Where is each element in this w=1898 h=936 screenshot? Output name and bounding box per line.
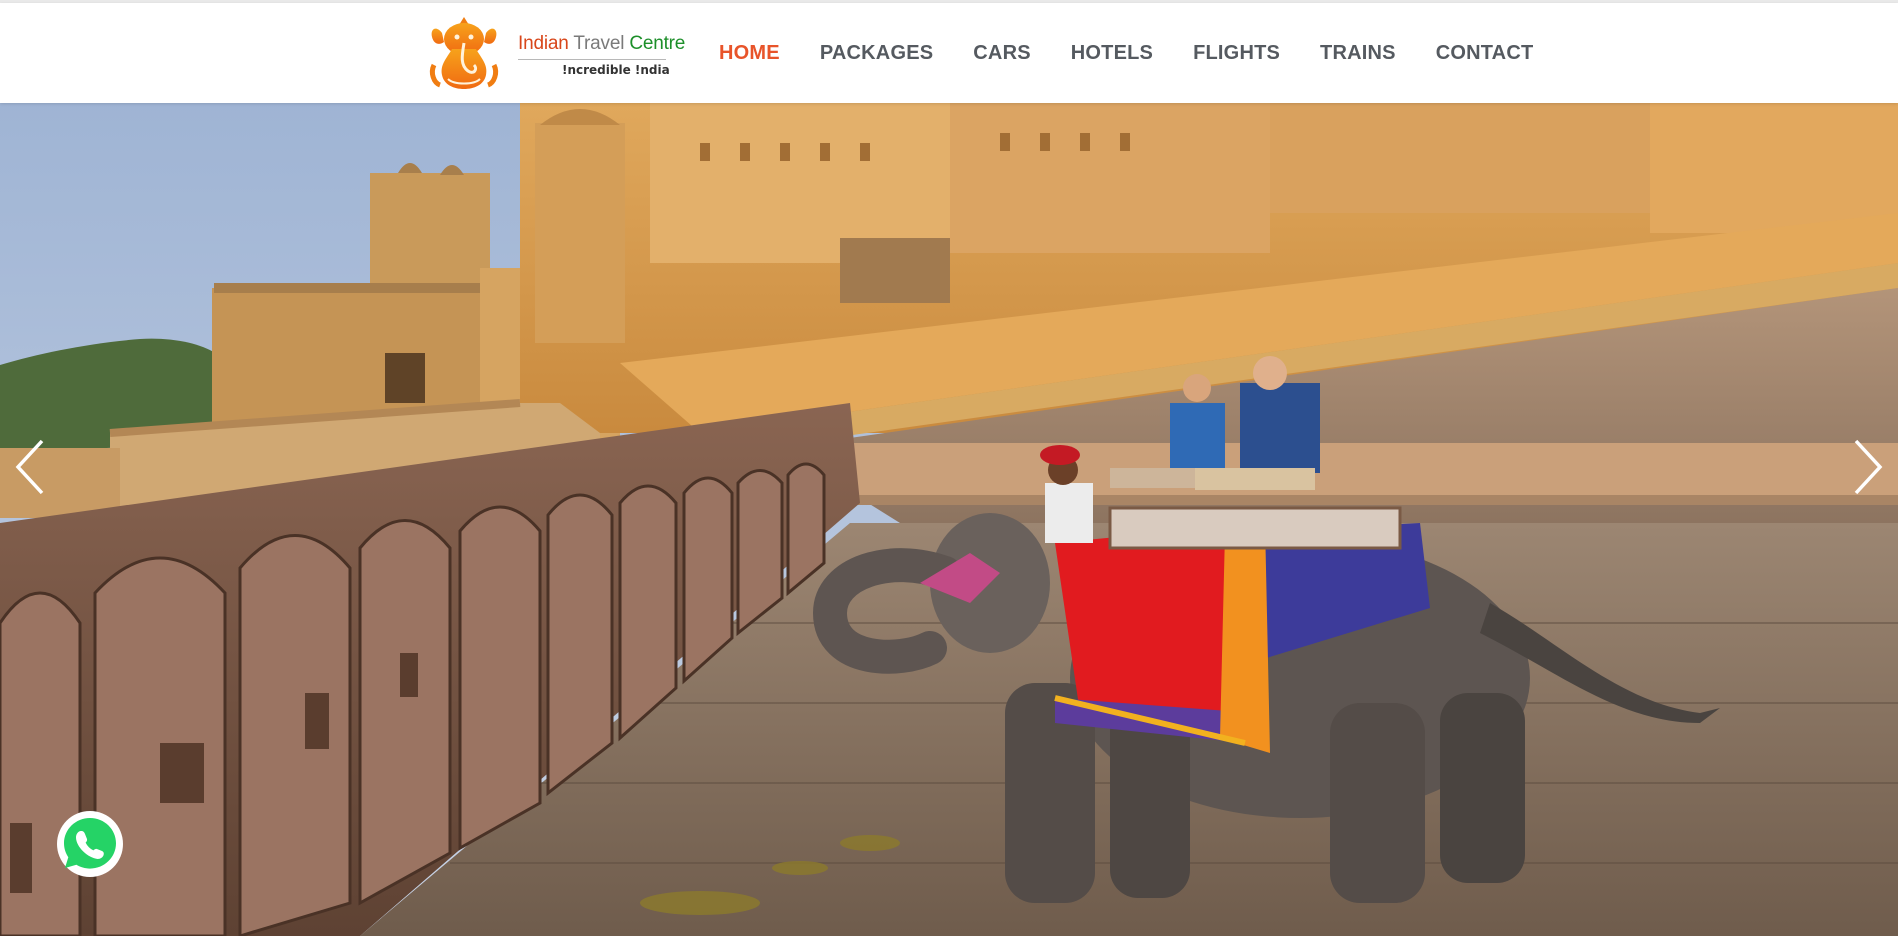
nav-flights[interactable]: FLIGHTS <box>1193 42 1280 65</box>
chevron-left-icon <box>15 439 44 495</box>
brand-name-part2: Travel <box>573 33 625 54</box>
nav-contact[interactable]: CONTACT <box>1436 42 1534 65</box>
ganesha-icon <box>429 17 499 89</box>
nav-cars[interactable]: CARS <box>973 42 1030 65</box>
slider-prev-button[interactable] <box>10 435 50 499</box>
whatsapp-button[interactable] <box>56 810 124 878</box>
nav-packages[interactable]: PACKAGES <box>820 42 933 65</box>
brand-name: Indian Travel Centre <box>518 33 685 55</box>
brand-name-part1: Indian <box>518 33 569 54</box>
slider-next-button[interactable] <box>1848 435 1888 499</box>
brand-name-part3: Centre <box>629 33 686 54</box>
whatsapp-icon <box>57 811 123 877</box>
brand-tagline: !ncredible !ndia <box>562 63 670 77</box>
hero-slider <box>0 103 1898 936</box>
site-logo[interactable]: Indian Travel Centre !ncredible !ndia <box>428 13 685 95</box>
nav-trains[interactable]: TRAINS <box>1320 42 1396 65</box>
hero-image <box>0 103 1898 936</box>
site-header: Indian Travel Centre !ncredible !ndia HO… <box>0 3 1898 103</box>
nav-home[interactable]: HOME <box>719 42 780 65</box>
chevron-right-icon <box>1854 439 1883 495</box>
main-nav: HOME PACKAGES CARS HOTELS FLIGHTS TRAINS… <box>719 3 1573 103</box>
nav-hotels[interactable]: HOTELS <box>1071 42 1153 65</box>
logo-divider <box>518 59 666 60</box>
